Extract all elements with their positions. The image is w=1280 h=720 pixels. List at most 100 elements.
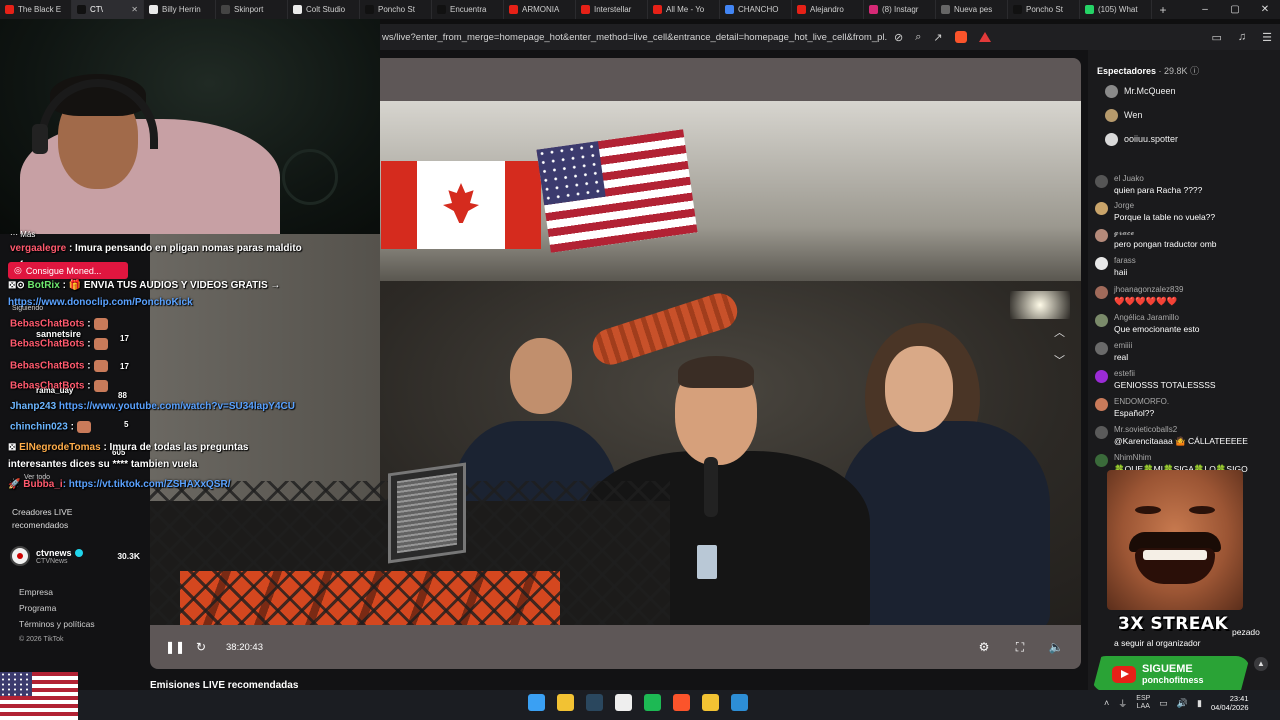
avatar[interactable] [1095,229,1108,242]
chat-username[interactable]: Angélica Jaramillo [1114,313,1179,322]
info-icon[interactable]: ⓘ [1190,66,1199,76]
folder-icon[interactable] [702,694,719,711]
avatar[interactable] [1095,314,1108,327]
chat-message[interactable]: estefii GENIOSSS TOTALESSSS [1095,369,1280,393]
sidebar-toggle-icon[interactable]: ▭ [1211,31,1221,44]
link-programa[interactable]: Programa [19,600,95,616]
chat-username[interactable]: farass [1114,256,1136,265]
chat-username[interactable]: NhimNhim [1114,453,1151,462]
browser-tab[interactable]: CHANCHO [720,0,792,19]
chat-message[interactable]: 𝓰𝓻𝓪𝓬𝓮 pero pongan traductor omb [1095,228,1280,252]
steam-icon[interactable] [586,694,603,711]
chat-message[interactable]: Angélica Jaramillo Que emocionante esto [1095,313,1280,337]
creator-item[interactable]: ctvnews CTVNews 30.3K [10,544,140,568]
clock[interactable]: 23:41 04/04/2026 [1211,694,1249,712]
browser-tab[interactable]: CT\ ✕ [72,0,144,19]
avatar[interactable] [1095,286,1108,299]
browser-tab[interactable]: Alejandro [792,0,864,19]
battery-icon[interactable]: ▮ [1197,698,1202,709]
link-empresa[interactable]: Empresa [19,584,95,600]
avatar[interactable] [1095,426,1108,439]
browser-tab[interactable]: Nueva pes [936,0,1008,19]
scroll-up-icon[interactable]: ▲ [1254,657,1268,671]
chrome-icon[interactable] [557,694,574,711]
minimize-icon[interactable]: – [1190,4,1220,15]
pause-icon[interactable]: ❚❚ [162,640,188,654]
link-terminos[interactable]: Términos y políticas [19,616,95,632]
windows-start-icon[interactable] [528,694,545,711]
close-window-icon[interactable]: ✕ [1250,4,1280,15]
chat-message[interactable]: el Juako quien para Racha ???? [1095,174,1280,198]
file-icon[interactable] [615,694,632,711]
chat-username[interactable]: estefii [1114,369,1135,378]
avatar[interactable] [1095,257,1108,270]
avatar[interactable] [10,546,30,566]
chat-message[interactable]: emiiii real [1095,341,1280,365]
refresh-icon[interactable]: ↻ [188,640,214,654]
follow-promo-banner[interactable]: SIGUEME ponchofitness [1092,656,1250,692]
chat-message[interactable]: farass haii [1095,256,1280,280]
avatar[interactable] [1095,398,1108,411]
viewer-item[interactable]: ooiiuu.spotter [1105,132,1178,146]
fullscreen-icon[interactable]: ⛶ [1007,640,1033,655]
chevron-up-icon[interactable]: ︿ [1054,324,1065,340]
chat-username[interactable]: ENDOMORFO. [1114,397,1169,406]
chat-username[interactable]: Jorge [1114,201,1134,210]
url-field[interactable]: ws/live?enter_from_merge=homepage_hot&en… [380,32,888,43]
chat-username[interactable]: emiiii [1114,341,1132,350]
chat-message[interactable]: jhoanagonzalez839 ❤️❤️❤️❤️❤️❤️ [1095,285,1280,309]
tab-favicon-icon [869,5,878,14]
chat-username[interactable]: 𝓰𝓻𝓪𝓬𝓮 [1114,228,1134,238]
get-coins-button[interactable]: ◎ Consigue Moned... [8,262,128,279]
brave-rewards-icon[interactable] [978,32,991,42]
chat-username[interactable]: el Juako [1114,174,1144,183]
browser-tab[interactable]: (8) Instagr [864,0,936,19]
avatar[interactable] [1095,175,1108,188]
browser-tab[interactable]: Billy Herrin [144,0,216,19]
app-icon[interactable] [731,694,748,711]
chat-username[interactable]: Mr.sovieticoballs2 [1114,425,1177,434]
avatar[interactable] [1095,370,1108,383]
browser-tab[interactable]: All Me - Yo [648,0,720,19]
usb-icon[interactable]: ⏚ [1118,697,1127,710]
chevron-down-icon[interactable]: ﹀ [1054,352,1065,368]
avatar[interactable] [1095,342,1108,355]
chat-message[interactable]: Jorge Porque la table no vuela?? [1095,201,1280,225]
speaker-icon[interactable]: 🔊 [1177,698,1188,709]
zoom-icon[interactable]: ⌕ [915,31,921,44]
new-tab-button[interactable]: + [1152,3,1174,17]
avatar[interactable] [1095,202,1108,215]
tray-chevron-icon[interactable]: ˄ [1104,698,1109,708]
overlay-link-tiktok[interactable]: : https://vt.tiktok.com/ZSHAXxQSR/ [63,479,231,490]
close-tab-icon[interactable]: ✕ [131,5,138,14]
browser-tab[interactable]: Interstellar [576,0,648,19]
brave-shields-icon[interactable] [954,31,967,43]
viewer-item[interactable]: Wen [1105,108,1142,122]
chat-username[interactable]: jhoanagonzalez839 [1114,285,1183,294]
browser-tab[interactable]: Poncho St [360,0,432,19]
browser-tab[interactable]: Colt Studio [288,0,360,19]
browser-tab[interactable]: Skinport [216,0,288,19]
browser-tab[interactable]: ARMONIA [504,0,576,19]
chat-message[interactable]: ENDOMORFO. Español?? [1095,397,1280,421]
menu-icon[interactable]: ☰ [1262,31,1272,44]
avatar[interactable] [1095,454,1108,467]
mute-tab-icon[interactable]: ⊘ [894,31,903,44]
share-icon[interactable]: ↗ [933,31,942,44]
browser-tab[interactable]: Poncho St [1008,0,1080,19]
settings-icon[interactable]: ⚙ [971,640,997,655]
more-label[interactable]: ⋯ Más [10,230,35,239]
network-icon[interactable]: ▭ [1159,698,1168,709]
browser-tab[interactable]: The Black E [0,0,72,19]
browser-tab[interactable]: (105) What [1080,0,1152,19]
viewer-item[interactable]: Mr.McQueen [1105,84,1176,98]
overlay-link-youtube[interactable]: https://www.youtube.com/watch?v=SU34lapY… [59,401,295,412]
brave-icon[interactable] [673,694,690,711]
language-indicator[interactable]: ESP LAA [1136,695,1150,711]
spotify-icon[interactable] [644,694,661,711]
media-icon[interactable]: ♫ [1238,31,1246,44]
volume-icon[interactable]: 🔈 [1043,640,1069,655]
browser-tab[interactable]: Encuentra [432,0,504,19]
maximize-icon[interactable]: ▢ [1220,4,1250,15]
chat-message[interactable]: Mr.sovieticoballs2 @Karencitaaaa 🤷 CÁLLAT… [1095,425,1280,449]
